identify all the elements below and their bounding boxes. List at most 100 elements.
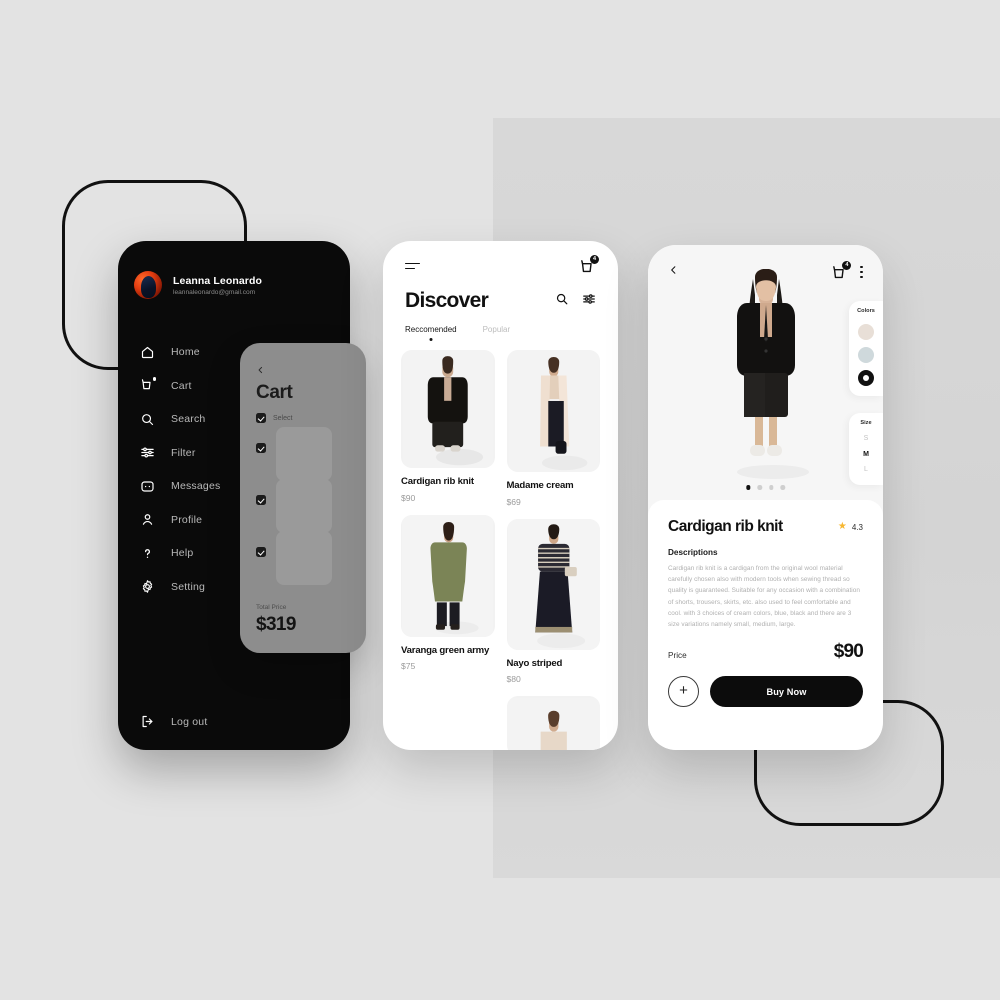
sidebar-item-label: Home	[171, 346, 200, 358]
avatar	[134, 271, 162, 299]
sidebar-item-label: Search	[171, 413, 206, 425]
size-label: Size	[860, 420, 872, 426]
product-title: Cardigan rib knit	[668, 518, 783, 535]
filter-icon	[140, 445, 155, 460]
add-to-cart-button[interactable]: +	[668, 676, 699, 708]
size-option-m[interactable]: M	[863, 449, 869, 461]
cart-select-all[interactable]: Select	[256, 413, 292, 423]
sidebar-item-label: Help	[171, 547, 194, 559]
product-card[interactable]: Varanga green army $75	[401, 514, 495, 672]
help-icon	[140, 546, 155, 561]
product-card[interactable]: Madame cream $69	[506, 350, 600, 507]
detail-title-row: Cardigan rib knit ★ 4.3	[668, 518, 863, 536]
sidebar-item-label: Filter	[171, 446, 196, 459]
sidebar-item-label: Setting	[171, 580, 206, 593]
product-price: $90	[401, 492, 416, 503]
size-selector-panel: Size S M L	[849, 413, 883, 485]
discover-screen: 4 Discover Reccomended Popular Cardigan …	[383, 241, 618, 750]
page-title: Discover	[405, 289, 489, 312]
product-grid: Cardigan rib knit $90 Varanga green army	[383, 334, 618, 750]
logout-button[interactable]: Log out	[118, 714, 350, 729]
size-option-s[interactable]: S	[864, 433, 869, 445]
checkbox-icon[interactable]	[256, 547, 266, 557]
product-card[interactable]: Nayo striped $80	[506, 518, 600, 685]
buy-now-button[interactable]: Buy Now	[710, 676, 863, 708]
cart-screen: Cart Select Total Price $319	[240, 343, 366, 653]
cart-total-value: $319	[256, 614, 296, 635]
checkbox-icon[interactable]	[256, 443, 266, 453]
color-swatch-black[interactable]	[858, 370, 874, 386]
cart-item-thumb	[276, 479, 332, 533]
filter-icon[interactable]	[582, 292, 596, 311]
hero-product-image	[736, 269, 809, 479]
search-icon	[140, 412, 155, 427]
sidebar-item-label: Profile	[171, 513, 203, 526]
cta-row: + Buy Now	[668, 676, 863, 708]
product-detail-screen: 4 Colors Size S M L Cardigan rib knit ★ …	[648, 245, 883, 750]
size-option-l[interactable]: L	[864, 464, 868, 476]
detail-topbar: 4	[648, 245, 883, 285]
tab-reccomended[interactable]: Reccomended	[405, 325, 457, 334]
color-swatch-light-blue[interactable]	[858, 347, 874, 363]
back-button[interactable]	[256, 363, 265, 382]
cart-item-thumb	[276, 531, 332, 585]
carousel-dot[interactable]	[745, 485, 751, 490]
product-name: Madame cream	[506, 480, 574, 491]
back-button[interactable]	[668, 262, 679, 283]
carousel-dot[interactable]	[757, 485, 762, 490]
product-price: $69	[506, 496, 521, 507]
cart-title: Cart	[256, 382, 293, 403]
profile-header[interactable]: Leanna Leonardo leannaleonardo@gmail.com	[118, 241, 350, 299]
kebab-menu-icon[interactable]	[860, 265, 863, 279]
discover-topbar: 4	[383, 241, 618, 283]
checkbox-icon[interactable]	[256, 495, 266, 505]
home-icon	[140, 345, 155, 360]
logout-label: Log out	[171, 715, 208, 728]
product-card-partial[interactable]	[506, 696, 600, 750]
search-icon[interactable]	[555, 292, 569, 311]
profile-icon	[140, 512, 155, 527]
cart-badge: 4	[842, 260, 852, 270]
discover-header-actions	[555, 292, 596, 311]
sidebar-item-label: Messages	[171, 480, 221, 492]
logout-icon	[140, 714, 155, 729]
carousel-dot[interactable]	[769, 485, 774, 490]
product-image	[506, 350, 600, 472]
rating-value: 4.3	[851, 522, 863, 532]
cart-icon	[140, 376, 157, 393]
price-label: Price	[668, 651, 687, 661]
cart-badge: 4	[590, 254, 599, 264]
cart-icon[interactable]: 4	[579, 254, 599, 275]
color-selector-panel: Colors	[849, 301, 883, 396]
description-heading: Descriptions	[668, 548, 718, 557]
cart-icon[interactable]: 4	[831, 260, 852, 281]
product-name: Cardigan rib knit	[401, 476, 474, 487]
checkbox-icon[interactable]	[256, 413, 266, 423]
colors-label: Colors	[857, 308, 875, 314]
hamburger-icon[interactable]	[405, 262, 420, 270]
product-price: $75	[401, 661, 416, 672]
carousel-dot[interactable]	[780, 485, 786, 490]
price-row: Price $90	[668, 641, 864, 663]
product-image	[401, 514, 495, 637]
tab-popular[interactable]: Popular	[483, 325, 511, 334]
product-price: $80	[506, 674, 521, 685]
product-card[interactable]: Cardigan rib knit $90	[401, 350, 495, 503]
product-name: Varanga green army	[401, 644, 490, 656]
color-swatch-cream[interactable]	[858, 324, 874, 340]
profile-name: Leanna Leonardo	[173, 274, 263, 287]
sidebar-item-label: Cart	[171, 379, 192, 392]
cart-badge-dot	[151, 376, 157, 382]
discover-tabs: Reccomended Popular	[383, 313, 618, 334]
cart-item-thumb	[276, 427, 332, 481]
description-body: Cardigan rib knit is a cardigan from the…	[668, 565, 860, 629]
cart-select-label: Select	[273, 414, 293, 422]
gear-icon	[140, 579, 155, 594]
profile-email: leannaleonardo@gmail.com	[173, 288, 256, 296]
product-image	[401, 350, 495, 468]
price-value: $90	[833, 641, 864, 663]
discover-header: Discover	[383, 283, 618, 313]
message-icon	[140, 479, 155, 494]
product-image	[506, 696, 600, 750]
detail-info-sheet: Cardigan rib knit ★ 4.3 Descriptions Car…	[648, 500, 883, 750]
